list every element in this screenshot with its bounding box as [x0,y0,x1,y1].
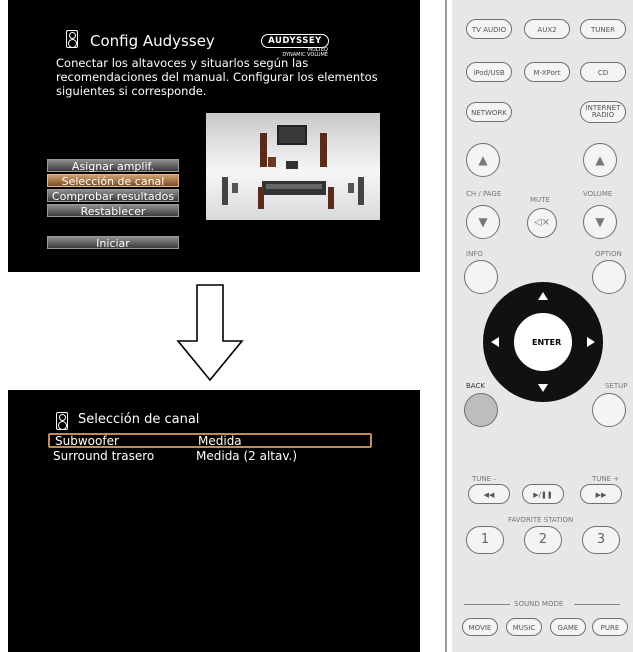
back-button[interactable] [464,393,498,427]
back-label: BACK [466,382,485,390]
row-surround-back[interactable]: Surround trasero Medida (2 altav.) [48,449,372,464]
enter-button[interactable]: ENTER [532,338,561,347]
channel-up-button[interactable]: ▲ [466,143,500,177]
setup-description: Conectar los altavoces y situarlos según… [56,56,378,98]
menu-reset[interactable]: Restablecer [47,204,179,218]
preset-1-button[interactable]: 1 [466,526,504,554]
speaker-layout-image [206,113,380,220]
row-value: Medida [198,434,242,448]
audyssey-logo: AUDYSSEY MULTEQ DYNAMIC VOLUME [256,28,334,58]
tune-minus-button[interactable]: ◀◀ [468,484,510,504]
menu-channel-select[interactable]: Selección de canal [47,174,179,188]
preset-2-button[interactable]: 2 [524,526,562,554]
favorite-station-label: FAVORITE STATION [508,516,574,524]
menu-check-results[interactable]: Comprobar resultados [47,189,179,203]
tune-plus-label: TUNE + [592,475,620,483]
channel-down-button[interactable]: ▼ [466,205,500,239]
game-button[interactable]: GAME [550,618,586,636]
tuner-button[interactable]: TUNER [580,19,626,39]
volume-up-button[interactable]: ▲ [583,143,617,177]
speaker-icon [66,30,78,48]
tune-plus-button[interactable]: ▶▶ [580,484,622,504]
play-pause-button[interactable]: ▶/❚❚ [522,484,564,504]
channel-select-screen: Selección de canal Subwoofer Medida Surr… [8,390,420,652]
cd-button[interactable]: CD [580,62,626,82]
volume-label: VOLUME [583,190,613,198]
row-subwoofer[interactable]: Subwoofer Medida [48,433,372,448]
option-label: OPTION [595,250,622,258]
remote-edge [445,0,447,652]
volume-down-button[interactable]: ▼ [583,205,617,239]
info-label: INFO [466,250,483,258]
movie-button[interactable]: MOVIE [462,618,498,636]
aux2-button[interactable]: AUX2 [524,19,570,39]
divider-line [574,604,620,605]
screen-title: Config Audyssey [90,32,215,50]
menu-assign-amp[interactable]: Asignar amplif. [47,159,179,173]
ipod-usb-button[interactable]: iPod/USB [466,62,512,82]
tv-audio-button[interactable]: TV AUDIO [466,19,512,39]
tune-minus-label: TUNE – [472,475,497,483]
internet-radio-button[interactable]: INTERNET RADIO [580,101,626,123]
row-value: Medida (2 altav.) [196,449,298,463]
speaker-icon [56,412,68,430]
screen-title: Selección de canal [78,412,200,427]
ch-page-label: CH / PAGE [466,190,502,198]
sound-mode-label: SOUND MODE [514,600,564,608]
setup-label: SETUP [605,382,628,390]
divider-line [464,604,510,605]
pure-button[interactable]: PURE [592,618,628,636]
preset-3-button[interactable]: 3 [582,526,620,554]
speaker-placement-illustration [222,125,364,209]
row-label: Surround trasero [53,449,155,463]
mute-button[interactable]: ◁× [527,208,557,238]
setup-button[interactable] [592,393,626,427]
down-arrow-icon [175,283,245,383]
network-button[interactable]: NETWORK [466,102,512,122]
audyssey-setup-screen: Config Audyssey AUDYSSEY MULTEQ DYNAMIC … [8,0,420,272]
m-xport-button[interactable]: M-XPort [524,62,570,82]
start-button[interactable]: Iniciar [47,236,179,250]
remote-control: TV AUDIO AUX2 TUNER iPod/USB M-XPort CD … [452,0,633,652]
music-button[interactable]: MUSIC [506,618,542,636]
row-label: Subwoofer [55,434,119,448]
mute-label: MUTE [530,196,550,204]
